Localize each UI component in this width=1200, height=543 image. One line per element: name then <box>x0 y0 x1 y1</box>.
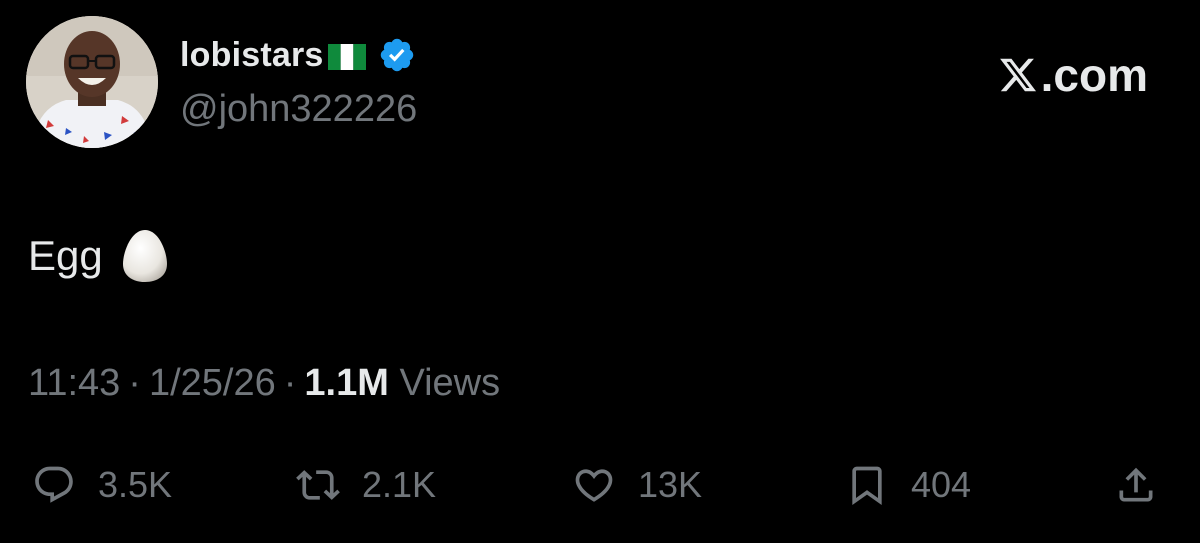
share-icon <box>1119 467 1153 502</box>
bookmark-icon <box>852 466 882 506</box>
x-logo-icon <box>999 58 1036 92</box>
heart-icon <box>575 469 613 502</box>
reply-count: 3.5K <box>98 464 173 505</box>
brand-watermark: .com <box>997 48 1148 102</box>
reply-icon <box>35 466 73 503</box>
action-bar: 3.5K 2.1K 13K 404 <box>0 450 1200 520</box>
tweet-date[interactable]: 1/25/26 <box>149 362 276 404</box>
display-name[interactable]: lobistars <box>180 36 324 75</box>
repost-icon <box>296 470 340 500</box>
bookmark-button[interactable]: 404 <box>845 450 971 520</box>
repost-button[interactable]: 2.1K <box>296 450 436 520</box>
tweet-text-content: Egg <box>28 232 103 279</box>
avatar-image <box>26 16 158 148</box>
user-handle[interactable]: @john322226 <box>180 88 417 131</box>
bookmark-count: 404 <box>911 464 972 505</box>
brand-label: .com <box>1040 49 1148 101</box>
views-count[interactable]: 1.1M <box>304 362 388 404</box>
like-button[interactable]: 13K <box>572 450 702 520</box>
tweet-text: Egg <box>28 228 169 284</box>
tweet-meta: 11:43 · 1/25/26 · 1.1M Views <box>28 362 500 405</box>
views-label: Views <box>399 362 501 404</box>
share-button[interactable] <box>1114 450 1158 520</box>
user-name-row[interactable]: lobistars <box>180 30 416 80</box>
meta-separator: · <box>128 362 141 404</box>
egg-icon <box>121 228 169 284</box>
avatar[interactable] <box>26 16 158 148</box>
tweet-time[interactable]: 11:43 <box>28 362 120 404</box>
repost-count: 2.1K <box>362 464 437 505</box>
reply-button[interactable]: 3.5K <box>32 450 172 520</box>
verified-badge-icon[interactable] <box>378 36 416 74</box>
like-count: 13K <box>638 464 703 505</box>
tweet-card: lobistars @john322226 .com Egg 11:43 · 1… <box>0 0 1200 543</box>
nigeria-flag-icon <box>327 44 366 70</box>
meta-separator: · <box>283 362 297 404</box>
